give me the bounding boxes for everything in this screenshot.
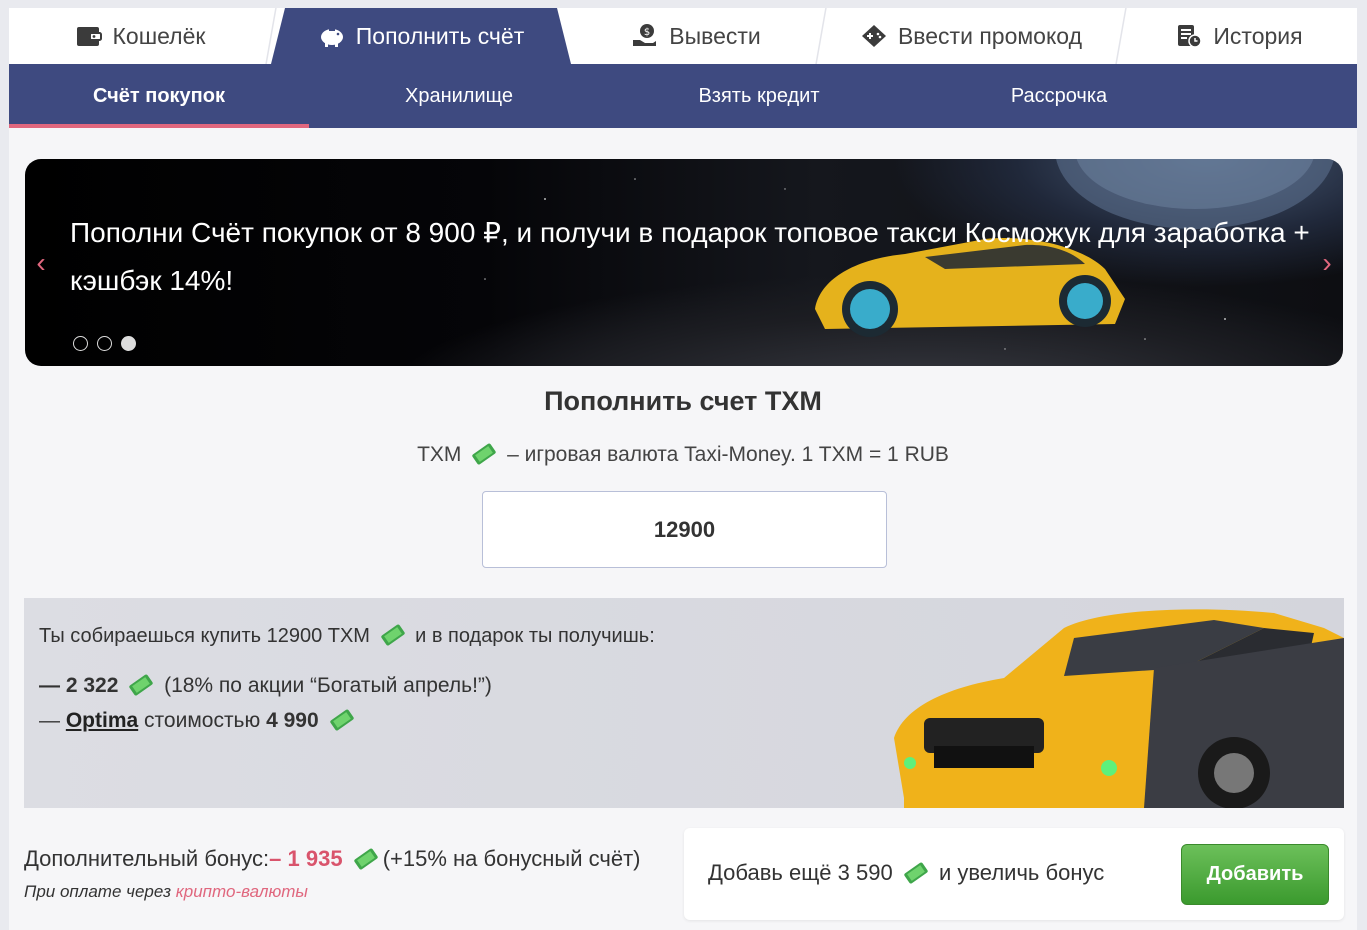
add-more-amount: Добавь ещё 3 590 (708, 860, 893, 885)
banner-text: Пополни Счёт покупок от 8 900 ₽, и получ… (70, 217, 1310, 296)
sub-nav: Счёт покупок Хранилище Взять кредит Расс… (9, 64, 1357, 128)
tab-history[interactable]: История (1121, 8, 1357, 64)
currency-desc-text: – игровая валюта Taxi-Money. 1 TXM = 1 R… (507, 443, 949, 466)
gift-panel: Ты собираешься купить 12900 TXM и в пода… (24, 598, 1344, 808)
money-icon (380, 624, 405, 646)
gift-car-dash: — (39, 709, 60, 732)
gift-car-cost-label: стоимостью (144, 709, 261, 732)
banner-dot[interactable] (73, 336, 88, 351)
money-icon (329, 709, 354, 731)
tab-label: История (1213, 22, 1303, 49)
history-icon (1178, 25, 1203, 48)
banner-dot[interactable] (97, 336, 112, 351)
gift-bonus-line: — 2 322 (18% по акции “Богатый апрель!”) (39, 672, 492, 698)
tab-label: Ввести промокод (897, 22, 1083, 49)
amount-input[interactable]: 12900 (482, 491, 887, 568)
tab-withdraw[interactable]: $ Вывести (571, 8, 829, 64)
money-icon (904, 862, 928, 884)
money-icon (129, 674, 153, 696)
payment-note-text: При оплате через (24, 882, 172, 901)
tab-label: Пополнить счёт (355, 22, 525, 49)
gift-summary-text: Ты собираешься купить 12900 TXM (39, 625, 370, 647)
crypto-link[interactable]: крипто-валюты (176, 882, 308, 901)
tab-promo[interactable]: Ввести промокод (821, 8, 1129, 64)
tab-label: Кошелёк (112, 22, 206, 49)
gift-summary: Ты собираешься купить 12900 TXM и в пода… (39, 622, 655, 648)
promo-banner[interactable]: Пополни Счёт покупок от 8 900 ₽, и получ… (25, 159, 1343, 366)
svg-text:$: $ (644, 27, 650, 38)
taxi-car-image (894, 609, 1344, 808)
money-icon (472, 443, 496, 465)
currency-description: TXM – игровая валюта Taxi-Money. 1 TXM =… (9, 441, 1357, 467)
wallet-icon (76, 27, 102, 46)
top-tabs: Кошелёк Пополнить счёт $ Вывести Ввести … (9, 8, 1357, 64)
subnav-installments[interactable]: Рассрочка (909, 64, 1209, 128)
gift-car-link[interactable]: Optima (66, 709, 138, 732)
add-more-text: Добавь ещё 3 590 и увеличь бонус (708, 860, 1104, 886)
tab-label: Вывести (669, 22, 761, 49)
subnav-storage[interactable]: Хранилище (309, 64, 609, 128)
page: Кошелёк Пополнить счёт $ Вывести Ввести … (9, 8, 1357, 930)
subnav-purchase-account[interactable]: Счёт покупок (9, 64, 309, 128)
add-button[interactable]: Добавить (1181, 844, 1329, 905)
add-more-suffix: и увеличь бонус (938, 860, 1105, 885)
gift-car-line: — Optima стоимостью 4 990 (39, 707, 359, 733)
gift-bonus-amount: — 2 322 (39, 674, 119, 697)
gift-car-price: 4 990 (266, 709, 319, 732)
add-more-card: Добавь ещё 3 590 и увеличь бонус Добавит… (684, 828, 1344, 920)
tab-deposit[interactable]: Пополнить счёт (271, 8, 571, 64)
extra-bonus: Дополнительный бонус:– 1 935 (+15% на бо… (24, 846, 640, 872)
piggy-bank-icon (320, 29, 343, 47)
currency-code: TXM (417, 443, 462, 466)
tab-wallet[interactable]: Кошелёк (9, 8, 279, 64)
banner-prev-arrow[interactable]: ‹ (31, 249, 51, 277)
extra-bonus-label: Дополнительный бонус: (24, 846, 270, 871)
banner-dots (73, 336, 136, 351)
banner-next-arrow[interactable]: › (1317, 249, 1337, 277)
gift-bonus-note: (18% по акции “Богатый апрель!”) (164, 674, 492, 697)
hand-money-icon: $ (633, 24, 657, 46)
extra-bonus-amount: – 1 935 (269, 846, 343, 871)
gift-summary-suffix: и в подарок ты получишь: (415, 625, 655, 647)
extra-bonus-note: (+15% на бонусный счёт) (382, 846, 641, 871)
money-icon (354, 848, 378, 870)
section-title: Пополнить счет TXM (544, 386, 822, 416)
subnav-credit[interactable]: Взять кредит (609, 64, 909, 128)
payment-note: При оплате через крипто-валюты (24, 882, 308, 902)
gamepad-icon (861, 25, 886, 47)
banner-dot-active[interactable] (121, 336, 136, 351)
